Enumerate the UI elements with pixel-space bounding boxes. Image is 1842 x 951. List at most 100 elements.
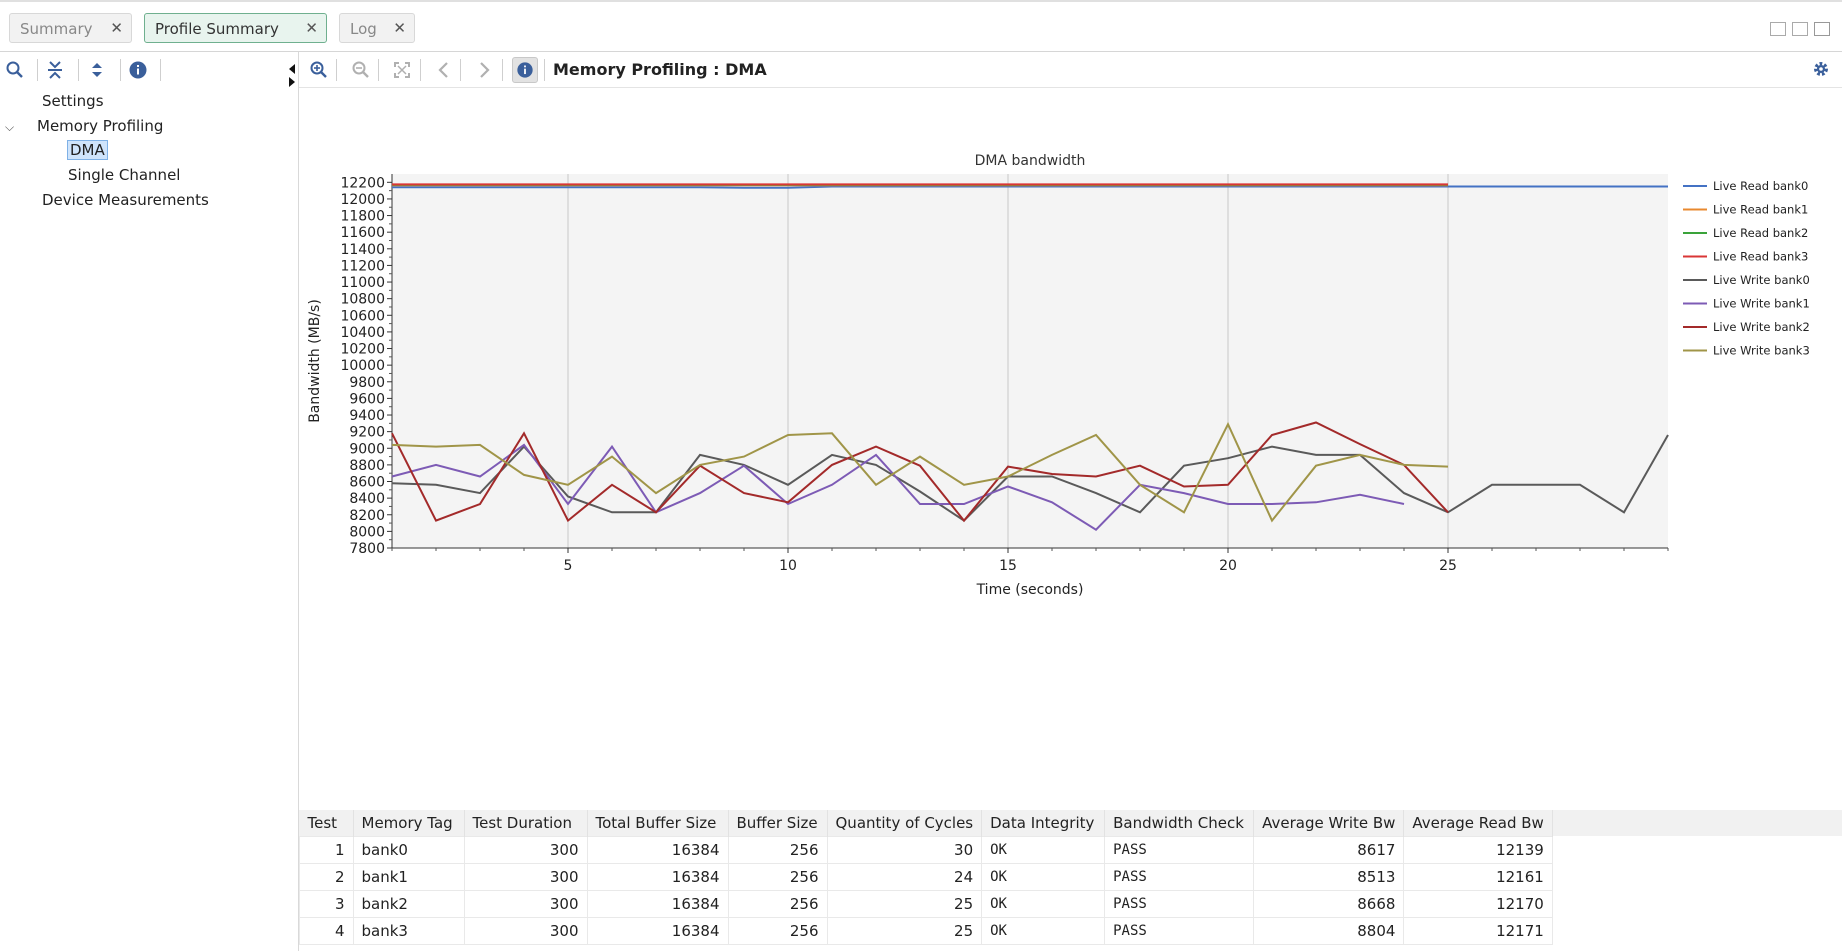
tab-log[interactable]: Log ✕ bbox=[339, 13, 415, 43]
tab-summary[interactable]: Summary ✕ bbox=[9, 13, 132, 43]
column-header[interactable]: Average Read Bw bbox=[1403, 810, 1553, 837]
table-cell: 300 bbox=[463, 836, 588, 864]
tree-panel: Settings ⌵ Memory Profiling DMA Single Ch… bbox=[0, 52, 299, 951]
table-cell: OK bbox=[981, 836, 1106, 864]
table-cell: 12161 bbox=[1403, 863, 1553, 891]
column-header[interactable]: Buffer Size bbox=[728, 810, 828, 837]
table-cell: 8617 bbox=[1253, 836, 1405, 864]
toolbar-separator bbox=[336, 59, 337, 81]
close-icon[interactable]: ✕ bbox=[305, 19, 318, 37]
panel-toggle-icon[interactable] bbox=[288, 62, 296, 88]
toolbar-separator bbox=[544, 59, 545, 81]
expand-all-icon[interactable] bbox=[87, 60, 107, 80]
y-tick-label: 10600 bbox=[340, 308, 385, 324]
search-icon[interactable] bbox=[5, 60, 25, 80]
table-row[interactable]: 2 bank1 300 16384 256 24 OK PASS 8513 12… bbox=[299, 863, 1553, 891]
legend-entry: Live Write bank0 bbox=[1713, 273, 1810, 287]
tree-item-single-channel[interactable]: Single Channel bbox=[68, 166, 180, 184]
table-cell: OK bbox=[981, 863, 1106, 891]
column-header[interactable]: Memory Tag bbox=[353, 810, 465, 837]
split-horizontal-icon[interactable] bbox=[1770, 22, 1786, 36]
table-cell: 300 bbox=[463, 890, 588, 918]
table-cell: 4 bbox=[299, 917, 354, 945]
y-tick-label: 10800 bbox=[340, 292, 385, 308]
fit-to-window-icon[interactable] bbox=[392, 60, 412, 80]
table-cell: 256 bbox=[727, 836, 828, 864]
table-cell: OK bbox=[981, 917, 1106, 945]
editor-tab-bar: Summary ✕ Profile Summary ✕ Log ✕ bbox=[0, 0, 1842, 52]
page-title: Memory Profiling : DMA bbox=[553, 60, 767, 79]
column-header[interactable]: Quantity of Cycles bbox=[827, 810, 983, 837]
column-header[interactable]: Data Integrity bbox=[981, 810, 1106, 837]
table-cell: OK bbox=[981, 890, 1106, 918]
table-row[interactable]: 4 bank3 300 16384 256 25 OK PASS 8804 12… bbox=[299, 917, 1553, 945]
tree-item-settings[interactable]: Settings bbox=[42, 92, 104, 110]
column-header[interactable]: Bandwidth Check bbox=[1104, 810, 1255, 837]
y-tick-label: 8400 bbox=[349, 491, 385, 507]
zoom-out-icon[interactable] bbox=[351, 60, 371, 80]
tab-label: Log bbox=[350, 20, 377, 38]
split-vertical-icon[interactable] bbox=[1792, 22, 1808, 36]
table-cell: 300 bbox=[463, 917, 588, 945]
y-axis-label: Bandwidth (MB/s) bbox=[307, 299, 323, 423]
table-cell: 30 bbox=[826, 836, 983, 864]
bandwidth-chart: 7800 8000 8200 8400 8600 8800 9000 9200 9400 9600… bbox=[299, 92, 1842, 652]
results-table-area: Test Memory Tag Test Duration Total Buff… bbox=[299, 810, 1842, 951]
table-cell: 256 bbox=[727, 890, 828, 918]
y-tick-label: 8800 bbox=[349, 458, 385, 474]
float-window-icon[interactable] bbox=[1814, 22, 1830, 36]
table-cell: 3 bbox=[299, 890, 354, 918]
zoom-in-icon[interactable] bbox=[309, 60, 329, 80]
plot-area bbox=[392, 174, 1668, 548]
previous-icon[interactable] bbox=[434, 60, 454, 80]
collapse-all-icon[interactable] bbox=[45, 60, 65, 80]
x-tick-label: 5 bbox=[564, 558, 573, 574]
tree-item-label: Memory Profiling bbox=[37, 117, 164, 135]
tree-item-label: DMA bbox=[67, 140, 108, 160]
tab-profile-summary[interactable]: Profile Summary ✕ bbox=[144, 13, 327, 43]
table-row[interactable]: 3 bank2 300 16384 256 25 OK PASS 8668 12… bbox=[299, 890, 1553, 918]
x-axis-label: Time (seconds) bbox=[976, 582, 1084, 598]
close-icon[interactable]: ✕ bbox=[393, 19, 406, 37]
y-tick-label: 10000 bbox=[340, 358, 385, 374]
toolbar-separator bbox=[378, 59, 379, 81]
table-cell: bank0 bbox=[352, 836, 465, 864]
info-icon[interactable] bbox=[128, 60, 148, 80]
info-icon bbox=[517, 62, 533, 78]
y-tick-label: 10200 bbox=[340, 342, 385, 358]
tab-label: Profile Summary bbox=[155, 20, 279, 38]
column-header[interactable]: Average Write Bw bbox=[1253, 810, 1405, 837]
chart-svg: 7800800082008400860088009000920094009600… bbox=[307, 153, 1810, 598]
tree-toolbar bbox=[0, 52, 299, 88]
tree-item-label: Settings bbox=[42, 92, 104, 110]
table-cell: 2 bbox=[299, 863, 354, 891]
table-cell: PASS bbox=[1104, 863, 1255, 891]
gear-icon[interactable] bbox=[1812, 60, 1830, 78]
table-row[interactable]: 1 bank0 300 16384 256 30 OK PASS 8617 12… bbox=[299, 836, 1553, 864]
table-cell: 12170 bbox=[1403, 890, 1553, 918]
column-header[interactable]: Test bbox=[299, 810, 354, 837]
chevron-down-icon[interactable]: ⌵ bbox=[5, 120, 37, 135]
table-cell: 16384 bbox=[586, 890, 729, 918]
tree-item-label: Single Channel bbox=[68, 166, 181, 184]
y-tick-label: 11400 bbox=[340, 242, 385, 258]
table-cell: bank1 bbox=[352, 863, 465, 891]
toolbar-separator bbox=[78, 59, 79, 81]
legend-entry: Live Write bank1 bbox=[1713, 297, 1810, 311]
y-tick-label: 9800 bbox=[349, 375, 385, 391]
column-header[interactable]: Test Duration bbox=[464, 810, 588, 837]
legend-entry: Live Write bank3 bbox=[1713, 344, 1810, 358]
next-icon[interactable] bbox=[474, 60, 494, 80]
y-tick-label: 10400 bbox=[340, 325, 385, 341]
y-tick-label: 8200 bbox=[349, 508, 385, 524]
close-icon[interactable]: ✕ bbox=[110, 19, 123, 37]
toolbar-separator bbox=[160, 59, 161, 81]
tree-item-dma[interactable]: DMA bbox=[67, 140, 108, 160]
tree-item-memory-profiling[interactable]: ⌵ Memory Profiling bbox=[5, 117, 163, 135]
y-tick-label: 11600 bbox=[340, 225, 385, 241]
info-toggle-button[interactable] bbox=[512, 57, 538, 83]
column-header[interactable]: Total Buffer Size bbox=[587, 810, 729, 837]
chart-toolbar: Memory Profiling : DMA bbox=[299, 52, 1842, 88]
tree-item-device-measurements[interactable]: Device Measurements bbox=[42, 191, 209, 209]
toolbar-separator bbox=[420, 59, 421, 81]
